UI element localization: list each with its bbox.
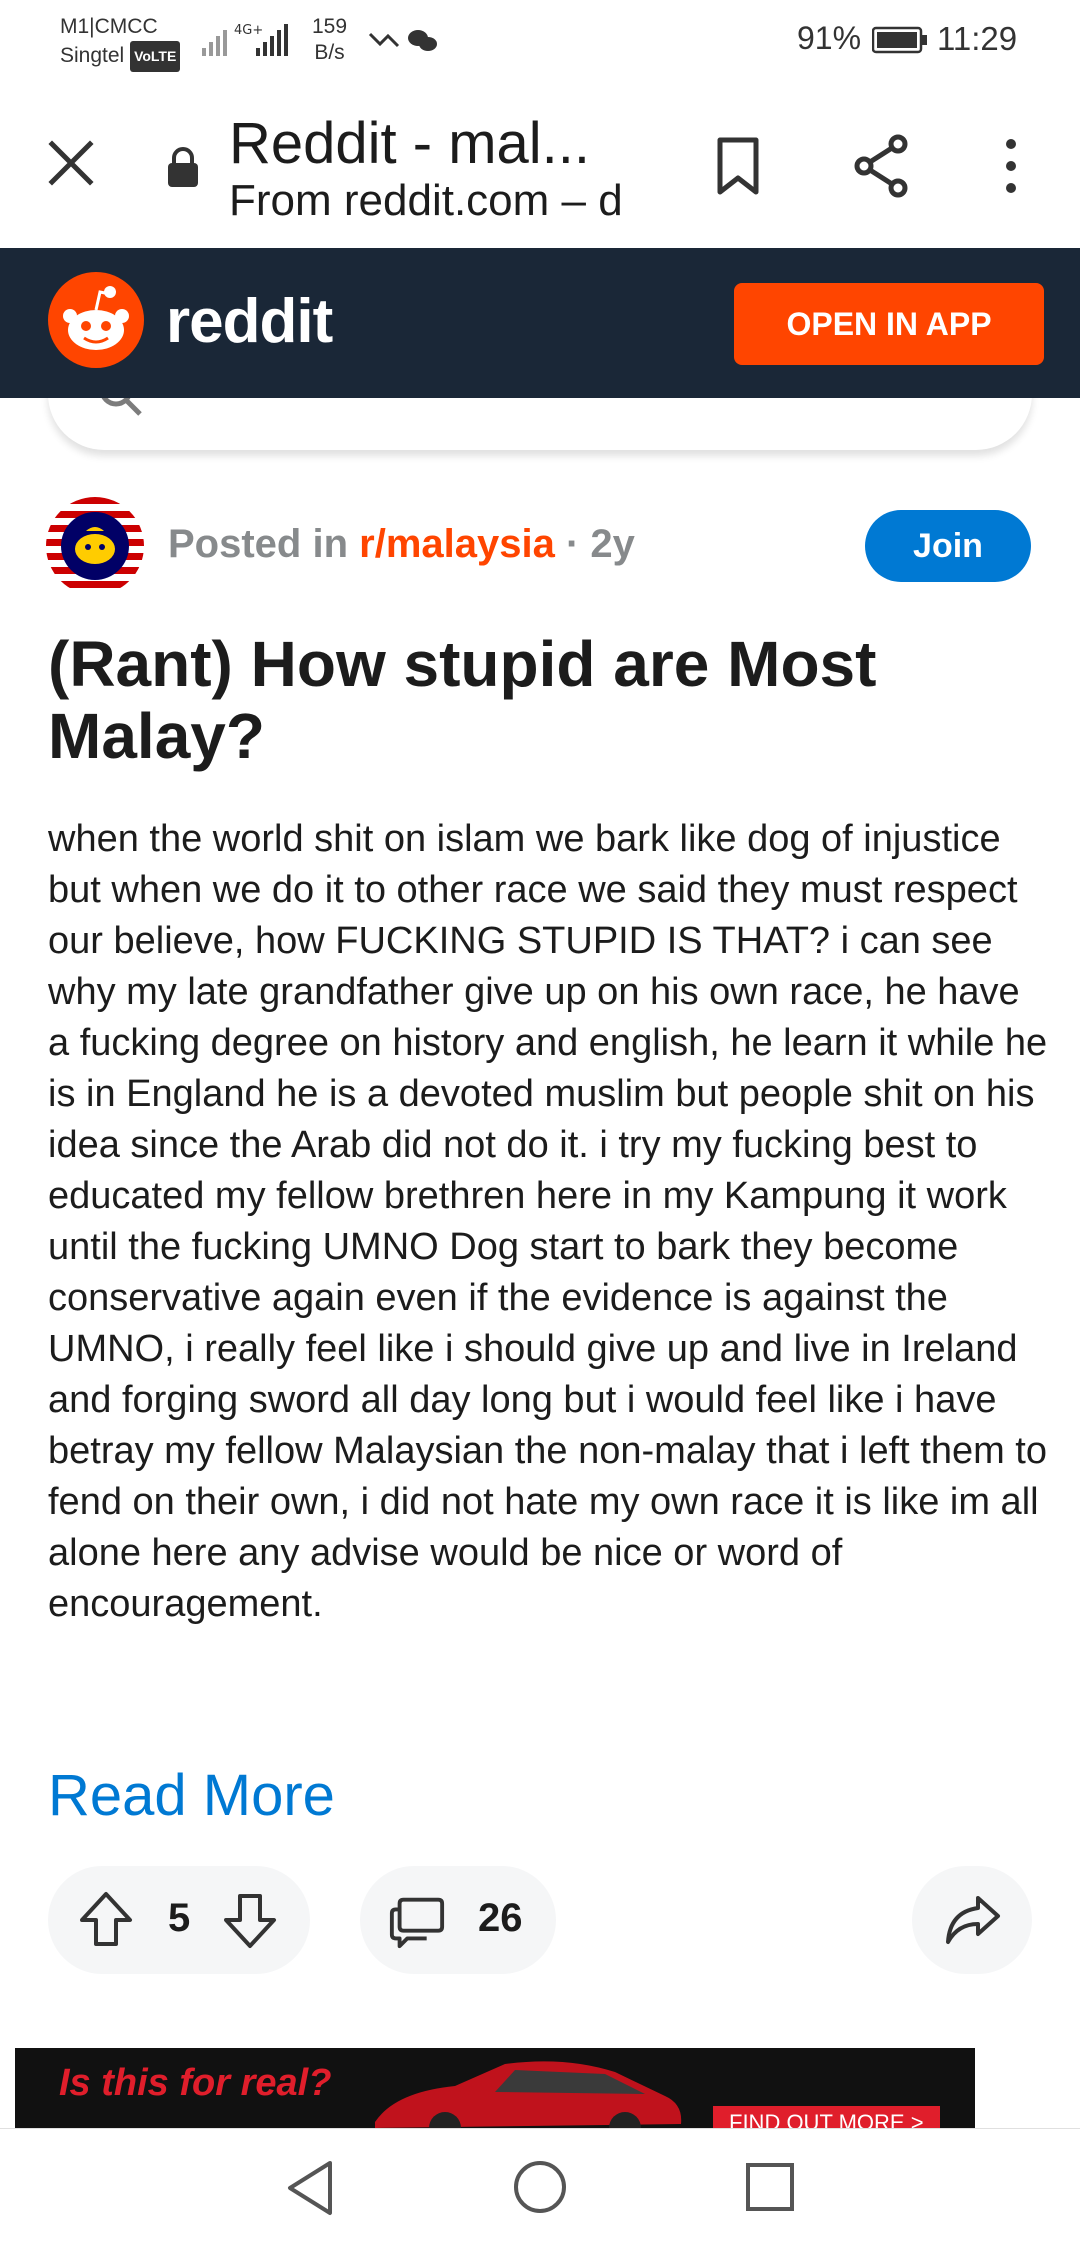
post-body: when the world shit on islam we bark lik…	[48, 818, 1048, 1625]
subreddit-link[interactable]: r/malaysia	[359, 522, 555, 566]
battery-icon	[872, 26, 927, 54]
post-age: · 2y	[565, 522, 635, 566]
carrier-info: M1|CMCC Singtel VoLTE	[60, 12, 181, 72]
system-nav-bar	[0, 2128, 1080, 2244]
reddit-snoo-logo-icon[interactable]	[46, 270, 146, 370]
comments-button[interactable]: 26	[360, 1866, 556, 1974]
recents-square-icon[interactable]	[744, 2161, 796, 2213]
downvote-arrow-icon[interactable]	[220, 1890, 280, 1950]
browser-toolbar: Reddit - mal... From reddit.com – d	[0, 78, 1080, 248]
notification-icons	[368, 30, 437, 51]
open-in-app-button[interactable]: OPEN IN APP	[734, 283, 1044, 365]
share-post-button[interactable]	[912, 1866, 1032, 1974]
back-triangle-icon[interactable]	[282, 2159, 338, 2217]
bookmark-icon[interactable]	[714, 136, 762, 196]
home-circle-icon[interactable]	[512, 2159, 568, 2215]
comment-count: 26	[478, 1896, 523, 1940]
close-icon[interactable]	[46, 138, 96, 188]
comment-bubbles-icon	[389, 1897, 445, 1949]
clock: 11:29	[937, 20, 1018, 57]
upvote-arrow-icon[interactable]	[76, 1890, 136, 1950]
signal-strength-icon: 4G+	[202, 23, 288, 56]
posted-in-label: Posted in	[168, 522, 349, 566]
share-icon[interactable]	[852, 134, 912, 198]
carrier-1: M1|CMCC	[60, 15, 158, 38]
status-bar: M1|CMCC Singtel VoLTE 4G+ 159 B/s 91% 11…	[0, 0, 1080, 78]
battery-percent: 91%	[797, 20, 862, 56]
share-arrow-icon	[946, 1896, 1000, 1944]
vote-count: 5	[168, 1896, 191, 1940]
lock-icon	[168, 147, 198, 187]
subreddit-avatar[interactable]	[46, 497, 144, 595]
post-meta: Posted in r/malaysia · 2y	[168, 522, 635, 567]
post-title[interactable]: (Rant) How stupid are Most Malay?	[48, 628, 1018, 772]
svg-text:4G+: 4G+	[234, 23, 263, 38]
page-url: From reddit.com – d	[229, 176, 623, 225]
malaysia-flag-icon	[46, 497, 144, 595]
ad-headline: Is this for real?	[59, 2062, 332, 2104]
volte-badge: VoLTE	[130, 41, 181, 72]
vote-controls: 5	[48, 1866, 310, 1974]
join-button[interactable]: Join	[865, 510, 1031, 582]
more-vert-icon[interactable]	[998, 138, 1024, 194]
reddit-header: reddit OPEN IN APP	[0, 248, 1080, 398]
page-title: Reddit - mal...	[229, 111, 590, 176]
read-more-link[interactable]: Read More	[48, 1762, 335, 1829]
net-speed: 159 B/s	[312, 15, 348, 64]
reddit-wordmark: reddit	[166, 287, 333, 356]
carrier-2: Singtel	[60, 44, 125, 68]
